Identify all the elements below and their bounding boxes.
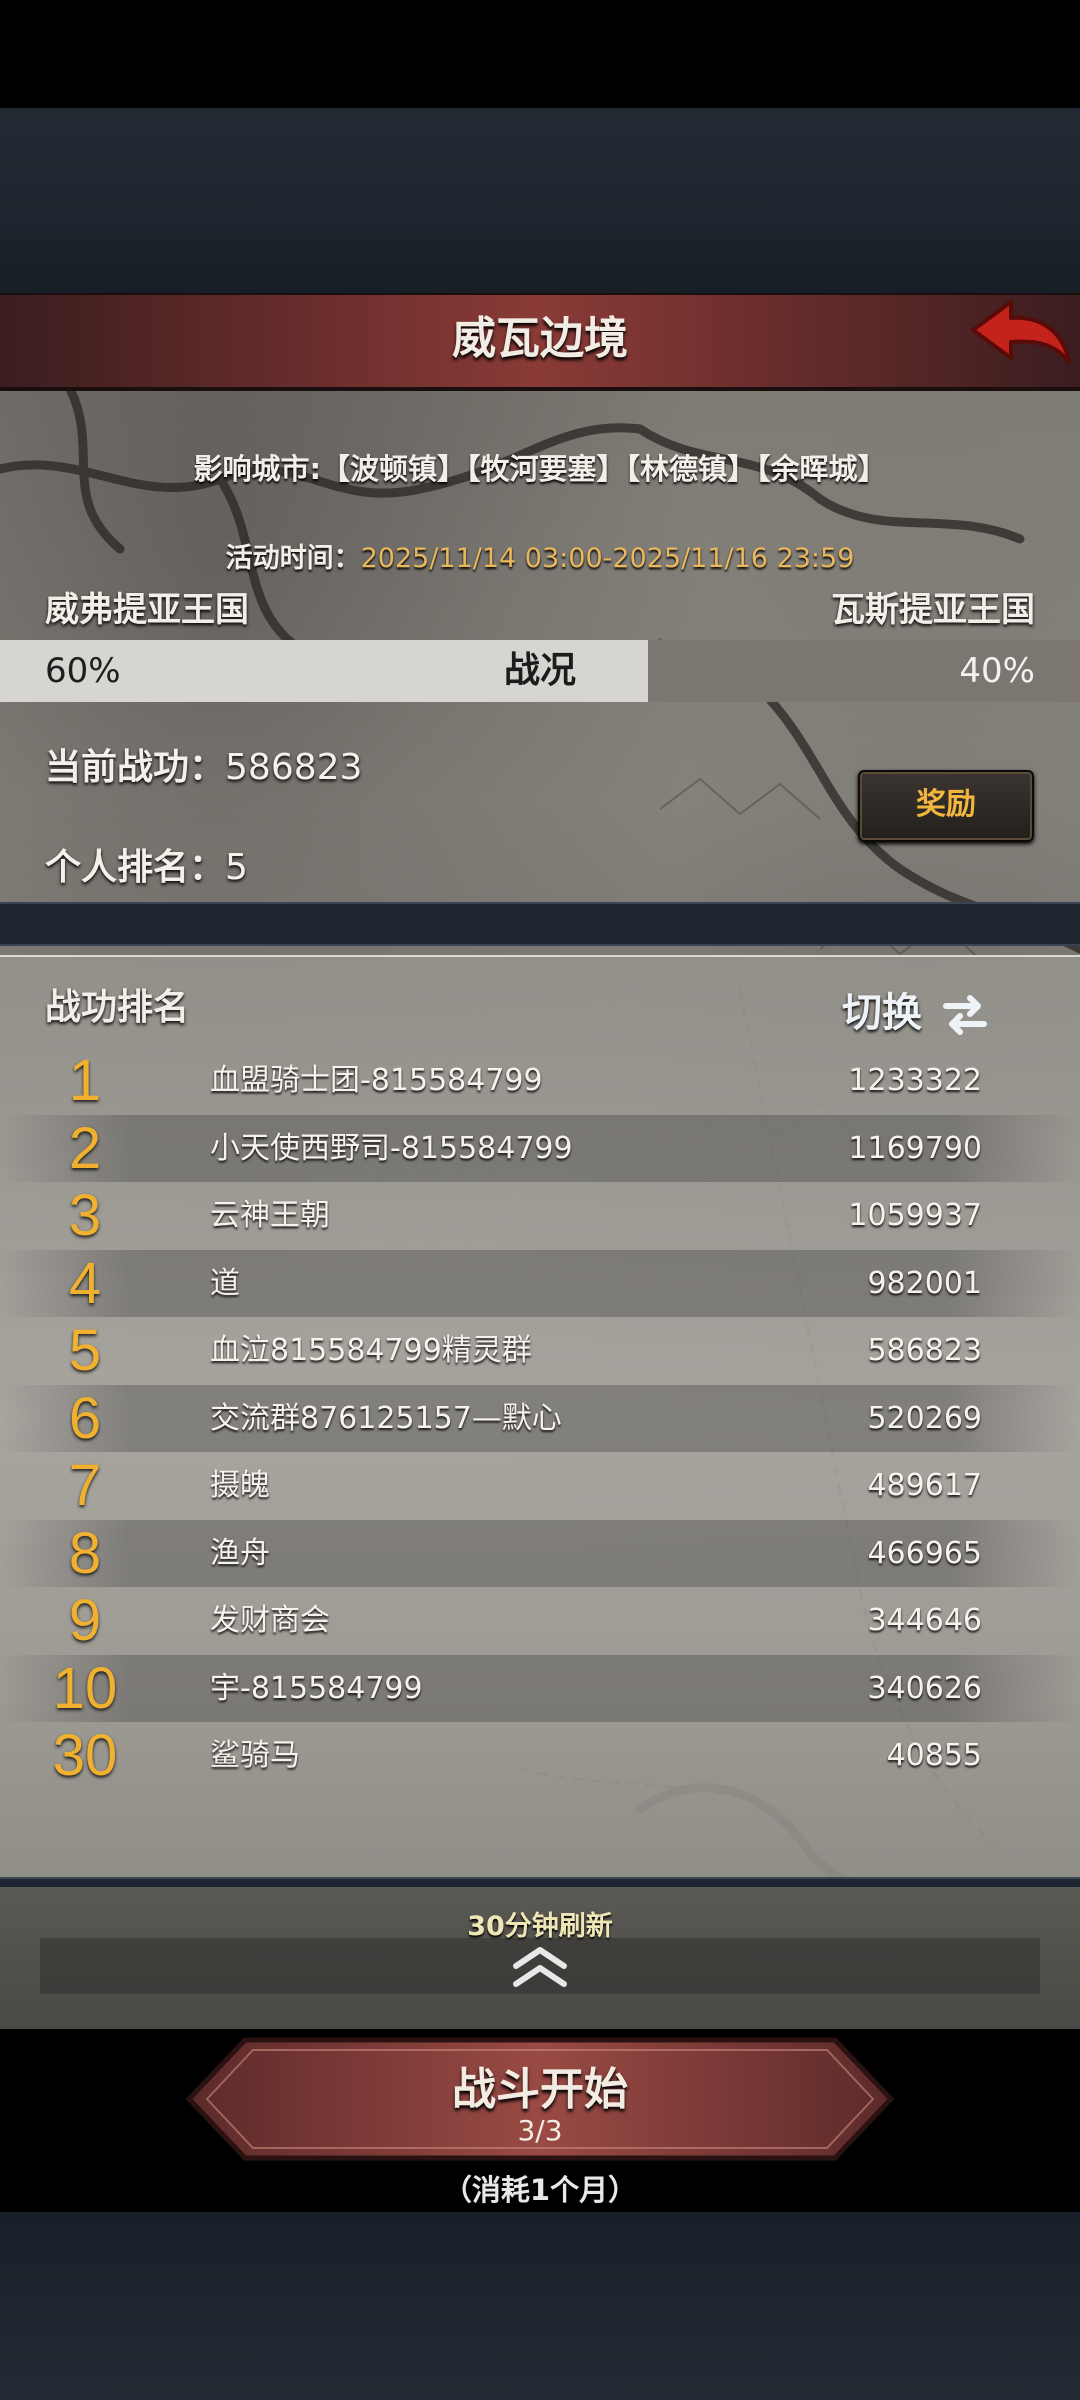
current-merit: 当前战功：586823 (45, 738, 362, 790)
guild-name: 小天使西野司-815584799 (210, 1130, 573, 1166)
war-progress-bar: 60% 战况 40% (0, 640, 1080, 702)
cities-label: 影响城市: (193, 452, 322, 486)
guild-name: 道 (210, 1265, 240, 1301)
merit-score: 1233322 (848, 1063, 982, 1098)
reward-button[interactable]: 奖励 (858, 770, 1034, 842)
merit-label: 当前战功： (45, 747, 226, 788)
left-kingdom-name: 威弗提亚王国 (45, 590, 249, 630)
time-value: 2025/11/14 03:00-2025/11/16 23:59 (360, 543, 855, 574)
ranking-row: 2 小天使西野司-815584799 1169790 (0, 1114, 1080, 1182)
merit-score: 520269 (867, 1400, 982, 1436)
merit-value: 586823 (225, 747, 363, 788)
affected-cities: 影响城市:【波顿镇】【牧河要塞】【林德镇】【余晖城】 (0, 446, 1080, 488)
guild-name: 血泣815584799精灵群 (210, 1333, 532, 1368)
swap-arrows-icon (942, 995, 987, 1035)
ranking-row: 4 道 982001 (0, 1249, 1080, 1317)
rank-number: 9 (68, 1588, 102, 1653)
right-kingdom-name: 瓦斯提亚王国 (831, 590, 1035, 630)
guild-name: 渔舟 (210, 1535, 270, 1571)
divider-top (0, 902, 1080, 946)
battle-start-label: 战斗开始 (452, 2064, 628, 2115)
rank-number: 6 (68, 1385, 102, 1451)
event-time: 活动时间：2025/11/14 03:00-2025/11/16 23:59 (0, 536, 1080, 575)
double-chevron-up-icon[interactable] (508, 1944, 572, 1990)
ranking-row: 1 血盟骑士团-815584799 1233322 (0, 1047, 1080, 1114)
merit-score: 340626 (867, 1670, 982, 1706)
guild-name: 鲨骑马 (210, 1738, 300, 1773)
merit-score: 489617 (867, 1468, 982, 1503)
merit-score: 1059937 (848, 1198, 982, 1233)
ranking-row: 10 宇-815584799 340626 (0, 1654, 1080, 1722)
ranking-row: 8 渔舟 466965 (0, 1519, 1080, 1587)
guild-name: 交流群876125157—默心 (210, 1400, 562, 1436)
rank-number: 2 (68, 1115, 102, 1181)
ranking-row: 30 鲨骑马 40855 (0, 1722, 1080, 1789)
time-label: 活动时间： (225, 543, 361, 574)
right-percent: 40% (959, 651, 1035, 691)
merit-score: 1169790 (848, 1130, 982, 1166)
rank-number: 30 (52, 1723, 118, 1788)
merit-score: 40855 (886, 1738, 982, 1773)
merit-score: 982001 (867, 1265, 982, 1301)
ranking-row: 3 云神王朝 1059937 (0, 1182, 1080, 1249)
merit-score: 344646 (867, 1603, 982, 1638)
ranking-title: 战功排名 (45, 987, 190, 1028)
guild-name: 血盟骑士团-815584799 (210, 1063, 543, 1098)
guild-name: 宇-815584799 (210, 1670, 423, 1706)
bottom-dark-area (0, 2212, 1080, 2400)
page-title: 威瓦边境 (452, 313, 628, 364)
back-button[interactable] (965, 296, 1075, 376)
merit-score: 586823 (867, 1333, 982, 1368)
cities-list: 【波顿镇】【牧河要塞】【林德镇】【余晖城】 (321, 452, 887, 486)
personal-rank: 个人排名：5 (45, 838, 248, 890)
red-back-arrow-icon (971, 300, 1071, 364)
rank-value: 5 (225, 847, 248, 888)
rank-number: 5 (68, 1318, 102, 1383)
battle-cost-note: （消耗1个月） (442, 2173, 638, 2207)
guild-name: 云神王朝 (210, 1198, 330, 1233)
rank-number: 8 (68, 1520, 102, 1586)
rank-number: 3 (68, 1183, 102, 1248)
top-dark-area (0, 108, 1080, 293)
switch-label: 切换 (842, 990, 922, 1036)
switch-button[interactable]: 切换 (842, 980, 990, 1036)
rank-number: 7 (68, 1453, 102, 1518)
merit-score: 466965 (867, 1535, 982, 1571)
guild-name: 摄魄 (210, 1468, 270, 1503)
rank-number: 4 (68, 1250, 102, 1316)
rank-number: 10 (52, 1655, 118, 1721)
rank-label: 个人排名： (45, 847, 226, 888)
ranking-row: 9 发财商会 344646 (0, 1587, 1080, 1654)
top-black-area (0, 0, 1080, 108)
ranking-row: 7 摄魄 489617 (0, 1452, 1080, 1519)
guild-name: 发财商会 (210, 1603, 330, 1638)
rank-number: 1 (68, 1048, 102, 1113)
battle-count: 3/3 (517, 2114, 563, 2147)
ranking-row: 6 交流群876125157—默心 520269 (0, 1384, 1080, 1452)
ranking-row: 5 血泣815584799精灵群 586823 (0, 1317, 1080, 1384)
war-status-label: 战况 (503, 650, 576, 691)
